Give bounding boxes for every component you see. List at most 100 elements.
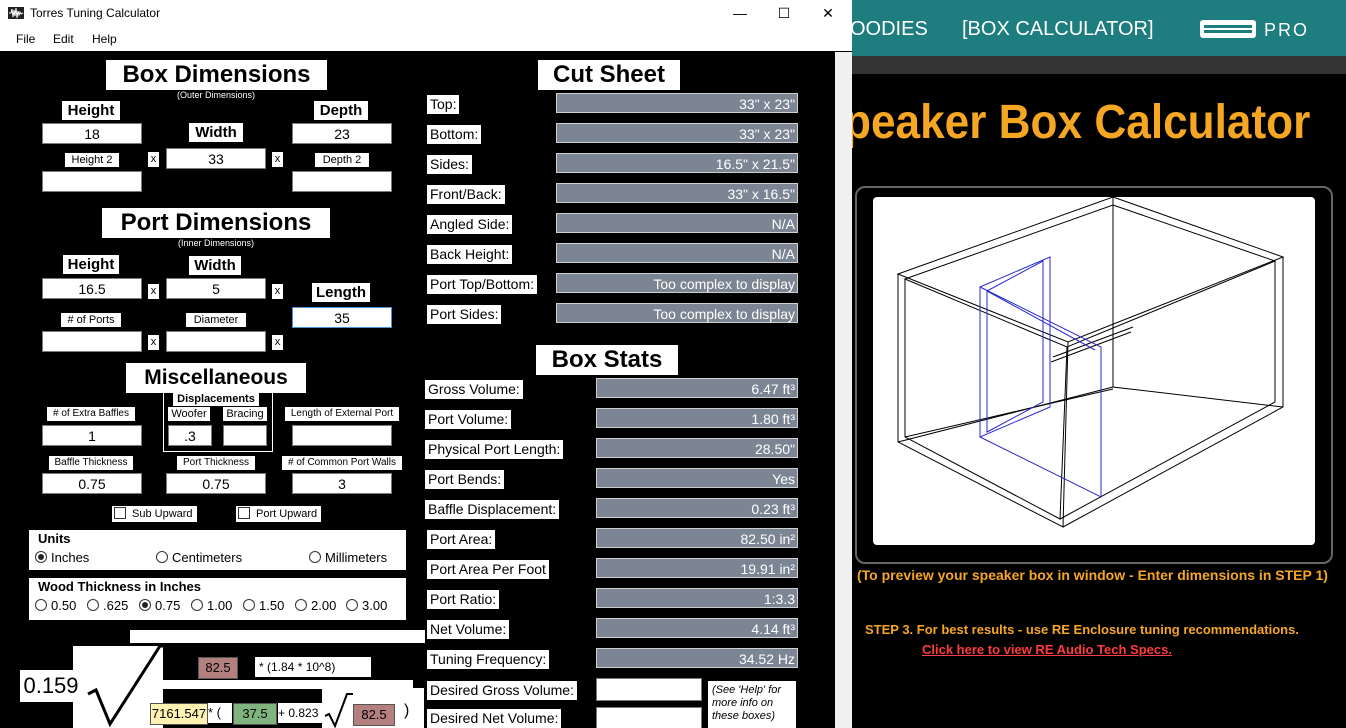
stat-port-area-label: Port Area: — [427, 530, 496, 549]
sub-upward-checkbox[interactable]: Sub Upward — [112, 506, 197, 522]
cut-frontback-label: Front/Back: — [427, 185, 505, 204]
cut-sides-value: 16.5" x 21.5" — [556, 153, 798, 173]
radio-icon — [191, 599, 203, 611]
box-height-input[interactable]: 18 — [42, 123, 142, 144]
cut-angled-value: N/A — [556, 213, 798, 233]
stat-net-volume-value: 4.14 ft³ — [596, 618, 798, 638]
bracing-label: Bracing — [223, 407, 267, 421]
stat-port-length-value: 28.50" — [596, 438, 798, 458]
radio-selected-icon — [139, 599, 151, 611]
cut-port-topbottom-value: Too complex to display — [556, 273, 798, 293]
woofer-input[interactable]: .3 — [168, 425, 212, 446]
diameter-input[interactable] — [166, 331, 266, 352]
port-upward-checkbox[interactable]: Port Upward — [236, 506, 322, 522]
wood-300-radio[interactable]: 3.00 — [346, 597, 387, 615]
cut-backheight-label: Back Height: — [427, 245, 513, 264]
stat-baffle-displacement-label: Baffle Displacement: — [425, 500, 560, 519]
miscellaneous-heading: Miscellaneous — [126, 363, 306, 393]
bracing-input[interactable] — [223, 425, 267, 446]
re-pro-logo-icon: PRO — [1200, 20, 1307, 40]
baffle-thickness-input[interactable]: 0.75 — [42, 473, 142, 494]
menu-edit[interactable]: Edit — [53, 32, 74, 46]
desired-gross-volume-input[interactable] — [596, 678, 702, 701]
nav-box-calculator[interactable]: [BOX CALCULATOR] — [962, 18, 1154, 41]
radio-icon — [346, 599, 358, 611]
port-thickness-label: Port Thickness — [177, 456, 255, 470]
close-button[interactable]: ✕ — [806, 0, 850, 26]
wood-0625-radio[interactable]: .625 — [87, 597, 128, 615]
checkbox-icon — [238, 507, 250, 519]
title-bar: Torres Tuning Calculator — ☐ ✕ — [0, 0, 852, 26]
step3-text: STEP 3. For best results - use RE Enclos… — [865, 622, 1299, 637]
common-walls-input[interactable]: 3 — [292, 473, 392, 494]
wood-050-label: 0.50 — [51, 598, 77, 613]
multiply-sign: x — [148, 284, 159, 299]
units-millimeters-radio[interactable]: Millimeters — [309, 549, 387, 567]
box-depth2-input[interactable] — [292, 171, 392, 192]
menu-file[interactable]: File — [16, 32, 35, 46]
wood-150-radio[interactable]: 1.50 — [243, 597, 284, 615]
minimize-button[interactable]: — — [718, 0, 762, 26]
cut-backheight-value: N/A — [556, 243, 798, 263]
units-centimeters-radio[interactable]: Centimeters — [156, 549, 242, 567]
stat-net-volume-label: Net Volume: — [427, 620, 510, 639]
wood-thickness-group: Wood Thickness in Inches 0.50 .625 0.75 … — [29, 578, 406, 620]
port-height-label: Height — [63, 255, 119, 274]
stat-area-per-foot-value: 19.91 in² — [596, 558, 798, 578]
units-inches-label: Inches — [51, 550, 90, 565]
port-height-input[interactable]: 16.5 — [42, 278, 142, 299]
scrollbar[interactable] — [835, 52, 852, 728]
box-height2-input[interactable] — [42, 171, 142, 192]
nav-hoodies[interactable]: OODIES — [852, 18, 928, 41]
site-heading: peaker Box Calculator — [852, 96, 1311, 149]
stat-port-bends-label: Port Bends: — [425, 470, 505, 489]
preview-frame — [855, 186, 1333, 564]
radio-icon — [295, 599, 307, 611]
box-depth-input[interactable]: 23 — [292, 123, 392, 144]
menu-help[interactable]: Help — [92, 32, 117, 46]
units-inches-radio[interactable]: Inches — [35, 549, 89, 567]
wood-050-radio[interactable]: 0.50 — [35, 597, 76, 615]
woofer-label: Woofer — [168, 407, 210, 421]
radio-selected-icon — [35, 551, 47, 563]
tuning-formula: 0.159 82.5 * (1.84 * 10^8) 7161.547 * ( … — [20, 628, 428, 728]
stat-port-length-label: Physical Port Length: — [425, 440, 564, 459]
calculator-window: Torres Tuning Calculator — ☐ ✕ File Edit… — [0, 0, 852, 728]
cut-top-label: Top: — [427, 95, 460, 114]
port-length-input[interactable]: 35 — [292, 307, 392, 328]
wood-100-label: 1.00 — [207, 598, 233, 613]
menu-bar: File Edit Help — [0, 26, 852, 51]
re-pro-logo[interactable]: PRO — [1198, 16, 1320, 42]
box-height2-label: Height 2 — [65, 153, 119, 167]
desired-net-volume-input[interactable] — [596, 707, 702, 728]
radio-icon — [309, 551, 321, 563]
box-dimensions-subtitle: (Outer Dimensions) — [176, 90, 256, 100]
waveform-icon — [8, 7, 24, 19]
port-width-input[interactable]: 5 — [166, 278, 266, 299]
baffle-thickness-label: Baffle Thickness — [49, 456, 133, 470]
tech-specs-link[interactable]: Click here to view RE Audio Tech Specs. — [922, 642, 1172, 657]
extra-baffles-label: # of Extra Baffles — [47, 407, 135, 421]
wood-075-radio[interactable]: 0.75 — [139, 597, 180, 615]
wood-100-radio[interactable]: 1.00 — [191, 597, 232, 615]
cut-sides-label: Sides: — [427, 155, 472, 174]
external-port-input[interactable] — [292, 425, 392, 446]
formula-paren: * ( — [208, 703, 232, 723]
extra-baffles-input[interactable]: 1 — [42, 425, 142, 446]
wood-200-radio[interactable]: 2.00 — [295, 597, 336, 615]
preview-window — [873, 196, 1315, 545]
stat-port-volume-value: 1.80 ft³ — [596, 408, 798, 428]
box-width-input[interactable]: 33 — [166, 148, 266, 169]
ports-count-input[interactable] — [42, 331, 142, 352]
cut-port-topbottom-label: Port Top/Bottom: — [427, 275, 538, 294]
radio-icon — [87, 599, 99, 611]
checkbox-icon — [114, 507, 126, 519]
displacements-label: Displacements — [173, 392, 259, 406]
formula-end-correction: + 0.823 — [278, 703, 324, 723]
common-walls-label: # of Common Port Walls — [282, 456, 402, 470]
cut-frontback-value: 33" x 16.5" — [556, 183, 798, 203]
maximize-button[interactable]: ☐ — [762, 0, 806, 26]
wood-075-label: 0.75 — [155, 598, 181, 613]
port-thickness-input[interactable]: 0.75 — [166, 473, 266, 494]
stat-tuning-frequency-label: Tuning Frequency: — [427, 650, 550, 669]
